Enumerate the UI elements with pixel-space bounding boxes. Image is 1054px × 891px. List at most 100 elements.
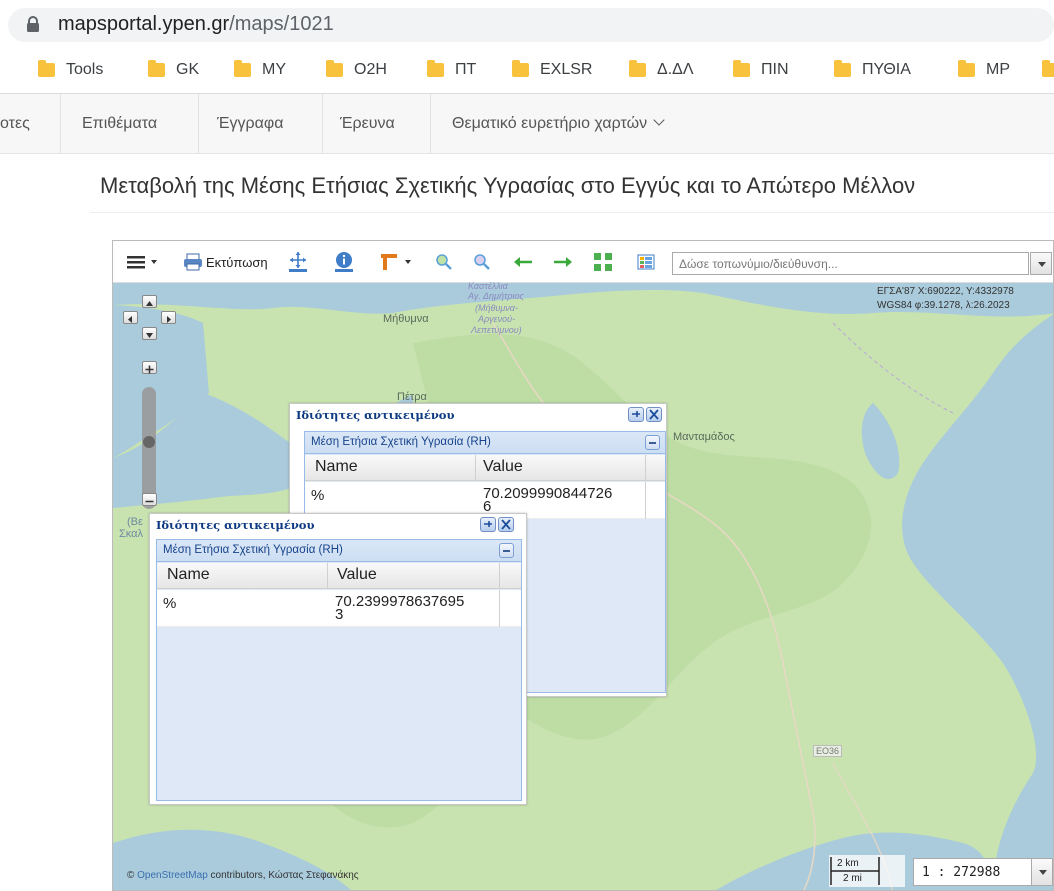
- page-title: Μεταβολή της Μέσης Ετήσιας Σχετικής Υγρα…: [100, 173, 916, 198]
- search-dropdown-button[interactable]: [1030, 252, 1052, 275]
- osm-link[interactable]: OpenStreetMap: [137, 870, 208, 881]
- close-icon: [649, 409, 659, 420]
- map-label-kastellia: Καστέλλια: [468, 281, 508, 291]
- url-text[interactable]: mapsportal.ypen.gr/maps/1021: [58, 13, 334, 36]
- column-header-name[interactable]: Name: [167, 566, 210, 584]
- panel-title: Μέση Ετήσια Σχετική Υγρασία (RH): [305, 432, 665, 454]
- zoom-out-button[interactable]: [142, 493, 157, 506]
- location-search-input[interactable]: Δώσε τοπωνύμιο/διεύθυνση...: [672, 252, 1029, 275]
- zoom-slider-handle[interactable]: [143, 436, 155, 448]
- pan-left-button[interactable]: [123, 311, 138, 324]
- bookmark-pt[interactable]: ΠΤ: [427, 58, 476, 82]
- road-label: ΕΟ36: [813, 745, 843, 757]
- grid-header: Name Value: [157, 563, 521, 589]
- scale-km: 2 km: [837, 858, 859, 869]
- triangle-up-icon: [146, 301, 153, 306]
- map-label-petra: Πέτρα: [397, 391, 427, 403]
- close-button[interactable]: [646, 407, 662, 422]
- pin-icon: [484, 521, 492, 527]
- pin-button[interactable]: [628, 407, 644, 422]
- ruler-icon: [381, 254, 397, 270]
- zoom-out-icon: [474, 254, 490, 270]
- coordinate-wgs84: WGS84 φ:39.1278, λ:26.2023: [877, 300, 1010, 311]
- map-label-lepetymnou: Λεπετύμνου): [471, 325, 522, 335]
- column-header-name[interactable]: Name: [315, 458, 358, 476]
- column-divider: [327, 563, 328, 589]
- close-button[interactable]: [498, 517, 514, 532]
- previous-extent-button[interactable]: [513, 252, 533, 272]
- window-title: Ιδιότητες αντικειμένου: [296, 408, 455, 422]
- bookmark-my[interactable]: MY: [234, 58, 286, 82]
- map-label-edge-1: (Βε: [127, 516, 143, 528]
- panel-title: Μέση Ετήσια Σχετική Υγρασία (RH): [157, 540, 521, 562]
- bookmark-tools[interactable]: Tools: [38, 58, 103, 82]
- map-label-agios-dimitrios: Αγ. Δημήτριος: [468, 291, 524, 301]
- map-viewer: Εκτύπωση Δώσε τοπωνύμιο/διεύθυνση... ΕΓΣ…: [112, 240, 1054, 891]
- browser-address-bar: mapsportal.ypen.gr/maps/1021: [0, 0, 1054, 46]
- zoom-out-tool-button[interactable]: [473, 252, 491, 272]
- scale-bar: 2 km 2 mi: [829, 855, 905, 887]
- collapse-button[interactable]: [499, 543, 514, 558]
- print-button[interactable]: Εκτύπωση: [183, 252, 268, 272]
- next-extent-button[interactable]: [553, 252, 573, 272]
- nav-item-layers[interactable]: Επιθέματα: [82, 115, 157, 133]
- chevron-down-icon: [653, 114, 665, 126]
- lock-icon: [27, 16, 39, 32]
- map-label-methymna: Μήθυμνα: [383, 313, 429, 325]
- triangle-right-icon: [167, 316, 171, 323]
- full-extent-button[interactable]: [593, 252, 613, 272]
- table-row[interactable]: % 70.2399978637695 3: [157, 590, 521, 627]
- menu-button[interactable]: [127, 252, 157, 272]
- nav-item-research[interactable]: Έρευνα: [340, 115, 395, 133]
- folder-icon: [427, 60, 444, 77]
- zoom-in-tool-button[interactable]: [435, 252, 453, 272]
- map-canvas[interactable]: ΕΓΣΑ'87 X:690222, Y:4332978 WGS84 φ:39.1…: [113, 281, 1053, 890]
- pin-button[interactable]: [480, 517, 496, 532]
- scale-dropdown-button[interactable]: [1031, 858, 1053, 886]
- pan-right-button[interactable]: [161, 311, 176, 324]
- pan-down-button[interactable]: [142, 327, 157, 340]
- collapse-button[interactable]: [645, 435, 660, 450]
- column-header-value[interactable]: Value: [483, 458, 523, 476]
- nav-item-thematic-index[interactable]: Θεματικό ευρετήριο χαρτών: [452, 114, 665, 133]
- pan-up-button[interactable]: [142, 295, 157, 308]
- folder-icon: [834, 60, 851, 77]
- bookmark-overflow[interactable]: [1042, 58, 1054, 82]
- measure-tool-button[interactable]: [379, 252, 411, 272]
- feature-info-window-front[interactable]: Ιδιότητες αντικειμένου Μέση Ετήσια Σχετι…: [149, 513, 527, 805]
- bookmark-gk[interactable]: GK: [148, 58, 199, 82]
- grid-header: Name Value: [305, 455, 665, 481]
- folder-icon: [629, 60, 646, 77]
- caret-icon: [151, 260, 157, 264]
- bookmark-pin[interactable]: ΠΙΝ: [733, 58, 789, 82]
- scale-mi: 2 mi: [843, 873, 862, 884]
- full-extent-icon: [594, 253, 612, 271]
- folder-icon: [234, 60, 251, 77]
- folder-icon: [326, 60, 343, 77]
- column-header-value[interactable]: Value: [337, 566, 377, 584]
- caret-icon: [405, 260, 411, 264]
- nav-item-documents[interactable]: Έγγραφα: [217, 115, 284, 133]
- column-divider: [499, 590, 500, 627]
- folder-icon: [958, 60, 975, 77]
- window-title: Ιδιότητες αντικειμένου: [156, 518, 315, 532]
- arrow-left-icon: [514, 257, 532, 267]
- bookmark-pythia[interactable]: ΠΥΘΙΑ: [834, 58, 911, 82]
- nav-divider: [60, 94, 61, 154]
- bookmark-exlsr[interactable]: EXLSR: [512, 58, 592, 82]
- property-name: %: [311, 487, 325, 504]
- zoom-in-button[interactable]: [142, 361, 157, 374]
- bookmark-mp[interactable]: MP: [958, 58, 1010, 82]
- info-tool-button[interactable]: [335, 251, 353, 272]
- pan-tool-button[interactable]: [289, 251, 307, 272]
- zoom-slider[interactable]: [142, 387, 156, 509]
- property-value: 70.2099990844726 6: [483, 485, 613, 515]
- property-name: %: [163, 595, 177, 612]
- divider: [90, 212, 1054, 213]
- legend-button[interactable]: [637, 252, 655, 272]
- bookmark-o2h[interactable]: O2H: [326, 58, 387, 82]
- bookmark-dal[interactable]: Δ.ΔΛ: [629, 58, 694, 82]
- nav-item-partial[interactable]: οτες: [0, 115, 30, 133]
- move-icon: [290, 251, 306, 268]
- site-navigation: οτες Επιθέματα Έγγραφα Έρευνα Θεματικό ε…: [0, 94, 1054, 154]
